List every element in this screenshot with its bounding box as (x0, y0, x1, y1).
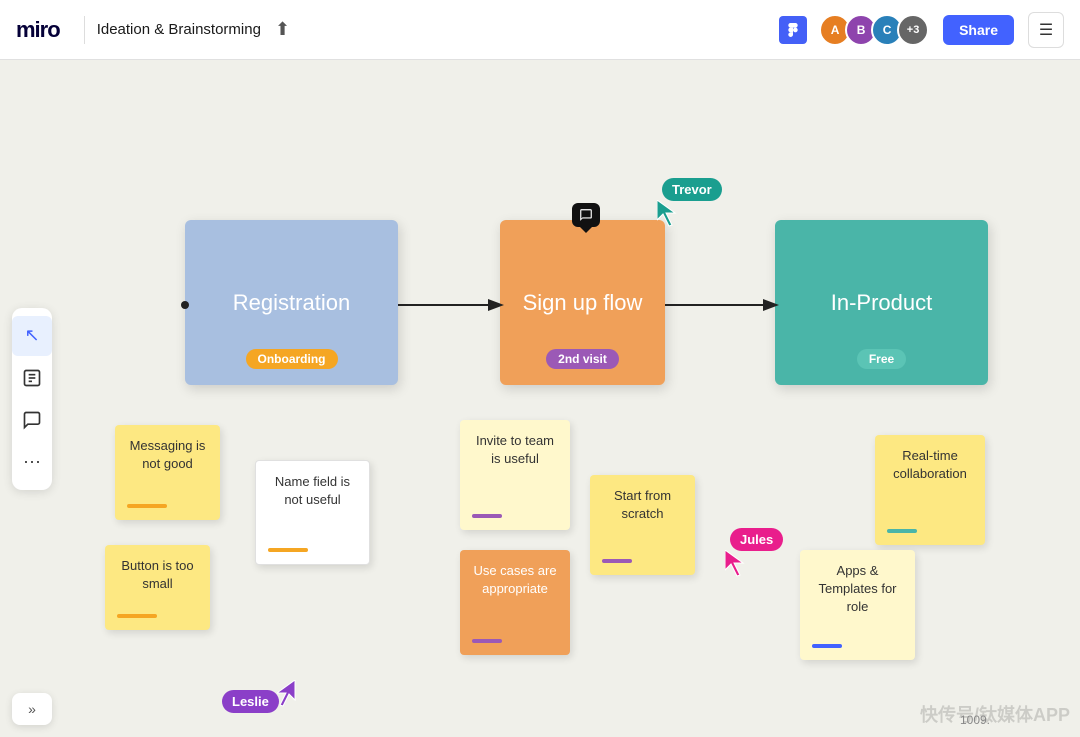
leslie-label: Leslie (222, 690, 279, 713)
sticky-button: Button is too small (105, 545, 210, 630)
sticky-namefield: Name field is not useful (255, 460, 370, 565)
header-right: A B C +3 Share ☰ (779, 12, 1064, 48)
left-toolbar: ↖ ··· (12, 308, 52, 490)
avatar-more: +3 (897, 14, 929, 46)
registration-title: Registration (233, 290, 350, 316)
messaging-bar (127, 504, 167, 508)
usecases-bar (472, 639, 502, 643)
canvas: ↖ ··· Registration Onboarding Sign up fl… (0, 60, 1080, 737)
signup-title: Sign up flow (523, 290, 643, 316)
signup-tag: 2nd visit (546, 349, 619, 369)
menu-icon[interactable]: ☰ (1028, 12, 1064, 48)
sticky-usecases: Use cases are appropriate (460, 550, 570, 655)
expand-button[interactable]: » (12, 693, 52, 725)
sticky-apps: Apps & Templates for role (800, 550, 915, 660)
inproduct-title: In-Product (831, 290, 933, 316)
trevor-label: Trevor (662, 178, 722, 201)
realtime-text: Real-time collaboration (887, 447, 973, 483)
board-title: Ideation & Brainstorming (97, 21, 261, 38)
share-button[interactable]: Share (943, 15, 1014, 45)
button-text: Button is too small (117, 557, 198, 593)
namefield-text: Name field is not useful (268, 473, 357, 509)
comment-bubble[interactable] (572, 203, 600, 227)
comment-tool[interactable] (12, 400, 52, 440)
page-indicator: 1009. (960, 713, 990, 727)
miro-logo: miro (16, 17, 60, 43)
watermark: 快传号/钛媒体APP (920, 701, 1070, 727)
jules-label: Jules (730, 528, 783, 551)
namefield-bar (268, 548, 308, 552)
upload-icon[interactable]: ⬆ (275, 19, 290, 40)
invite-bar (472, 514, 502, 518)
header-divider (84, 16, 85, 44)
apps-bar (812, 644, 842, 648)
registration-box: Registration Onboarding (185, 220, 398, 385)
header: miro Ideation & Brainstorming ⬆ A B C +3… (0, 0, 1080, 60)
more-tools[interactable]: ··· (12, 442, 52, 482)
inproduct-tag: Free (857, 349, 906, 369)
inproduct-box: In-Product Free (775, 220, 988, 385)
button-bar (117, 614, 157, 618)
messaging-text: Messaging is not good (127, 437, 208, 473)
scratch-text: Start from scratch (602, 487, 683, 523)
scratch-bar (602, 559, 632, 563)
sticky-realtime: Real-time collaboration (875, 435, 985, 545)
sticky-scratch: Start from scratch (590, 475, 695, 575)
registration-tag: Onboarding (246, 349, 338, 369)
realtime-bar (887, 529, 917, 533)
apps-text: Apps & Templates for role (812, 562, 903, 617)
sticky-messaging: Messaging is not good (115, 425, 220, 520)
invite-text: Invite to team is useful (472, 432, 558, 468)
cursor-tool[interactable]: ↖ (12, 316, 52, 356)
figma-icon[interactable] (779, 16, 807, 44)
sticky-invite: Invite to team is useful (460, 420, 570, 530)
usecases-text: Use cases are appropriate (472, 562, 558, 598)
avatar-group: A B C +3 (819, 14, 929, 46)
note-tool[interactable] (12, 358, 52, 398)
signup-box: Sign up flow 2nd visit (500, 220, 665, 385)
